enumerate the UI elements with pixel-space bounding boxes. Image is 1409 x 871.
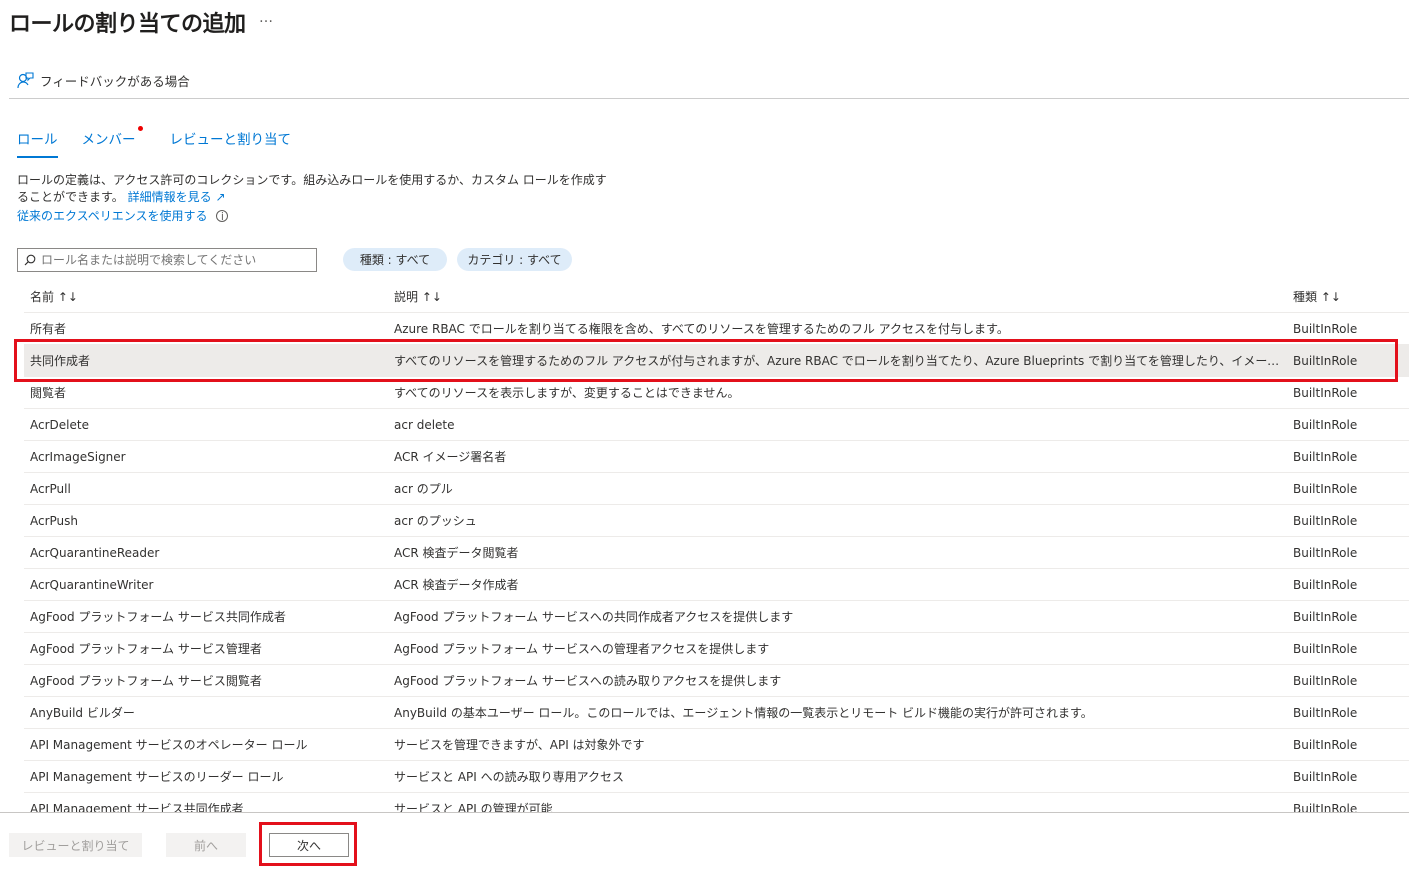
- role-name: AcrQuarantineReader: [30, 545, 160, 560]
- role-type: BuiltInRole: [1293, 769, 1358, 784]
- column-type[interactable]: 種類 ↑↓: [1293, 288, 1341, 305]
- search-box[interactable]: [17, 248, 317, 272]
- role-name: 所有者: [30, 322, 67, 336]
- feedback-label: フィードバックがある場合: [40, 74, 190, 89]
- tab-members[interactable]: メンバー: [81, 126, 143, 158]
- role-type: BuiltInRole: [1293, 577, 1358, 592]
- role-description: すべてのリソースを表示しますが、変更することはできません。: [394, 386, 740, 400]
- learn-more-label: 詳細情報を見る: [127, 190, 212, 204]
- role-type: BuiltInRole: [1293, 513, 1358, 528]
- column-name[interactable]: 名前 ↑↓: [30, 288, 78, 305]
- role-type: BuiltInRole: [1293, 673, 1358, 688]
- role-name: AgFood プラットフォーム サービス共同作成者: [30, 610, 286, 624]
- role-type: BuiltInRole: [1293, 545, 1358, 560]
- search-input[interactable]: [41, 253, 301, 267]
- divider: [9, 98, 1409, 99]
- intro-text: ロールの定義は、アクセス許可のコレクションです。組み込みロールを使用するか、カス…: [17, 172, 617, 206]
- role-description: AgFood プラットフォーム サービスへの共同作成者アクセスを提供します: [394, 610, 794, 624]
- table-row[interactable]: API Management サービスのオペレーター ロール サービスを管理できま…: [24, 729, 1409, 761]
- tab-review-assign[interactable]: レビューと割り当て: [170, 128, 292, 158]
- legacy-experience-link[interactable]: 従来のエクスペリエンスを使用する: [17, 209, 208, 223]
- role-description: ACR 検査データ作成者: [394, 578, 519, 592]
- role-type: BuiltInRole: [1293, 609, 1358, 624]
- table-row[interactable]: AcrImageSigner ACR イメージ署名者 BuiltInRole: [24, 441, 1409, 473]
- table-row[interactable]: AgFood プラットフォーム サービス共同作成者 AgFood プラットフォーム…: [24, 601, 1409, 633]
- highlight-box: [259, 822, 357, 866]
- role-name: AgFood プラットフォーム サービス管理者: [30, 642, 262, 656]
- category-filter[interactable]: カテゴリ : すべて: [457, 248, 572, 271]
- table-row[interactable]: AgFood プラットフォーム サービス閲覧者 AgFood プラットフォーム サ…: [24, 665, 1409, 697]
- table-header: 名前 ↑↓ 説明 ↑↓ 種類 ↑↓: [24, 281, 1409, 313]
- legacy-row: 従来のエクスペリエンスを使用する i: [17, 207, 229, 224]
- role-type: BuiltInRole: [1293, 417, 1358, 432]
- table-row[interactable]: AcrQuarantineReader ACR 検査データ閲覧者 BuiltInRo…: [24, 537, 1409, 569]
- table-row[interactable]: AcrQuarantineWriter ACR 検査データ作成者 BuiltInRo…: [24, 569, 1409, 601]
- role-name: AcrPush: [30, 513, 79, 528]
- search-icon: [24, 254, 36, 266]
- external-link-icon: ↗: [215, 190, 226, 204]
- tab-members-label: メンバー: [81, 132, 136, 148]
- role-description: acr のプッシュ: [394, 514, 477, 528]
- role-description: サービスと API への読み取り専用アクセス: [394, 770, 625, 784]
- previous-button[interactable]: 前へ: [166, 833, 246, 857]
- role-name: AcrImageSigner: [30, 449, 126, 464]
- table-row[interactable]: AgFood プラットフォーム サービス管理者 AgFood プラットフォーム サ…: [24, 633, 1409, 665]
- info-icon[interactable]: i: [216, 210, 229, 222]
- role-name: API Management サービスのオペレーター ロール: [30, 738, 308, 752]
- role-description: acr delete: [394, 417, 455, 432]
- role-name: AnyBuild ビルダー: [30, 706, 135, 720]
- role-description: AnyBuild の基本ユーザー ロール。このロールでは、エージェント情報の一覧…: [394, 706, 1093, 720]
- role-type: BuiltInRole: [1293, 641, 1358, 656]
- role-type: BuiltInRole: [1293, 481, 1358, 496]
- role-description: acr のプル: [394, 482, 453, 496]
- more-options-button[interactable]: …: [259, 10, 273, 26]
- role-name: 閲覧者: [30, 386, 67, 400]
- required-dot: [137, 126, 143, 131]
- feedback-icon: [17, 72, 34, 89]
- role-type: BuiltInRole: [1293, 449, 1358, 464]
- table-row[interactable]: AnyBuild ビルダー AnyBuild の基本ユーザー ロール。このロールで…: [24, 697, 1409, 729]
- table-row[interactable]: AcrDelete acr delete BuiltInRole: [24, 409, 1409, 441]
- role-description: AgFood プラットフォーム サービスへの読み取りアクセスを提供します: [394, 674, 782, 688]
- table-row[interactable]: AcrPull acr のプル BuiltInRole: [24, 473, 1409, 505]
- page-title: ロールの割り当ての追加: [9, 12, 246, 37]
- feedback-link[interactable]: フィードバックがある場合: [17, 71, 190, 90]
- highlight-box: [14, 339, 1398, 382]
- role-description: ACR イメージ署名者: [394, 450, 507, 464]
- role-type: BuiltInRole: [1293, 385, 1358, 400]
- role-description: ACR 検査データ閲覧者: [394, 546, 519, 560]
- type-filter[interactable]: 種類 : すべて: [343, 248, 447, 271]
- role-description: Azure RBAC でロールを割り当てる権限を含め、すべてのリソースを管理する…: [394, 322, 1009, 336]
- role-name: AcrPull: [30, 481, 71, 496]
- role-description: AgFood プラットフォーム サービスへの管理者アクセスを提供します: [394, 642, 770, 656]
- role-name: API Management サービスのリーダー ロール: [30, 770, 284, 784]
- role-name: AgFood プラットフォーム サービス閲覧者: [30, 674, 262, 688]
- column-description[interactable]: 説明 ↑↓: [394, 288, 442, 305]
- role-description: サービスを管理できますが、API は対象外です: [394, 738, 645, 752]
- tab-role[interactable]: ロール: [17, 128, 58, 158]
- role-type: BuiltInRole: [1293, 321, 1358, 336]
- role-type: BuiltInRole: [1293, 737, 1358, 752]
- table-row[interactable]: API Management サービスのリーダー ロール サービスと API への…: [24, 761, 1409, 793]
- role-name: AcrDelete: [30, 417, 89, 432]
- learn-more-link[interactable]: 詳細情報を見る ↗: [128, 190, 226, 204]
- tab-bar: ロール メンバー レビューと割り当て: [17, 126, 292, 158]
- table-row[interactable]: AcrPush acr のプッシュ BuiltInRole: [24, 505, 1409, 537]
- role-name: AcrQuarantineWriter: [30, 577, 154, 592]
- review-assign-button[interactable]: レビューと割り当て: [9, 833, 142, 857]
- role-type: BuiltInRole: [1293, 705, 1358, 720]
- intro-body: ロールの定義は、アクセス許可のコレクションです。組み込みロールを使用するか、カス…: [17, 173, 607, 204]
